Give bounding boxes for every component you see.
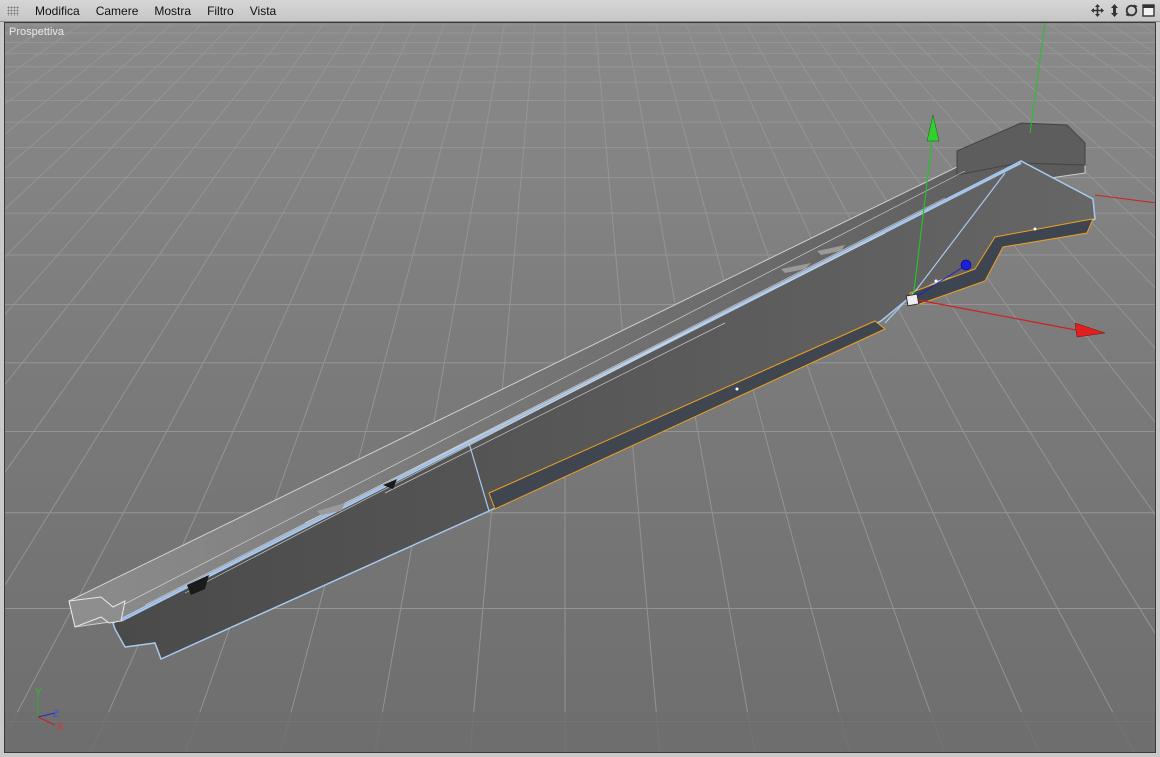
axis-label-z: Z [53,709,59,720]
view-name-label[interactable]: Prospettiva [9,26,64,38]
menu-mostra[interactable]: Mostra [146,0,199,22]
vertex-point-3 [934,279,938,283]
perspective-viewport[interactable]: Y Z X Prospettiva [4,22,1156,753]
menu-filtro[interactable]: Filtro [199,0,242,22]
cinema4d-viewport-window: Modifica Camere Mostra Filtro Vista Y Z … [0,0,1160,757]
vertex-point-1 [735,387,739,391]
viewport-nav-icons [1090,3,1156,18]
viewport-menubar: Modifica Camere Mostra Filtro Vista [0,0,1160,22]
frame-left [0,22,4,757]
menu-camere[interactable]: Camere [88,0,147,22]
frame-bottom [0,753,1160,757]
rotate-view-icon[interactable] [1124,3,1139,18]
axis-label-y: Y [35,687,42,698]
dolly-view-icon[interactable] [1107,3,1122,18]
gizmo-z-handle-icon[interactable] [960,259,972,271]
frame-right [1156,22,1160,757]
panel-grip-icon[interactable] [7,5,19,16]
viewport-scene[interactable]: Y Z X [5,23,1156,753]
floor-horizon-shade [5,712,1155,752]
menu-modifica[interactable]: Modifica [27,0,88,22]
move-view-icon[interactable] [1090,3,1105,18]
axis-label-x: X [57,722,64,733]
vertex-point-2 [1033,227,1037,231]
menu-vista[interactable]: Vista [242,0,284,22]
maximize-view-icon[interactable] [1141,3,1156,18]
gizmo-center-cube-icon[interactable] [905,293,920,307]
